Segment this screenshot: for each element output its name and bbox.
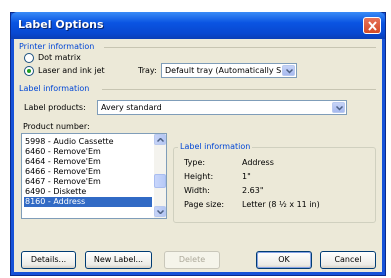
dot-matrix-radio[interactable] (24, 53, 34, 63)
tray-label: Tray: (138, 66, 157, 75)
new-label-button[interactable]: New Label... (85, 251, 152, 269)
scroll-up-button[interactable] (154, 134, 166, 145)
printer-info-divider (104, 47, 376, 48)
label-options-dialog: Label Options Printer information Dot ma… (11, 12, 385, 275)
tray-dropdown-button[interactable] (282, 65, 295, 76)
delete-button[interactable]: Delete (164, 251, 220, 269)
type-label: Type: (184, 158, 206, 167)
list-item[interactable]: 6460 - Remove'Em (24, 147, 152, 157)
ok-button[interactable]: OK (256, 251, 312, 269)
list-item[interactable]: 6466 - Remove'Em (24, 167, 152, 177)
tray-value: Default tray (Automatically Sele (165, 66, 281, 75)
product-number-label: Product number: (23, 122, 90, 131)
product-number-list[interactable]: 5998 - Audio Cassette 6460 - Remove'Em 6… (21, 133, 167, 219)
scroll-thumb[interactable] (154, 174, 166, 188)
close-icon (368, 21, 377, 31)
list-item[interactable]: 6464 - Remove'Em (24, 157, 152, 167)
page-size-label: Page size: (184, 200, 225, 209)
label-info-divider (102, 89, 376, 90)
width-value: 2.63" (242, 186, 264, 195)
scroll-down-button[interactable] (154, 206, 166, 217)
label-products-dropdown-button[interactable] (332, 102, 345, 113)
label-details-frame: Label information Type: Address Height: … (173, 142, 376, 223)
label-products-value: Avery standard (101, 103, 162, 112)
type-value: Address (242, 158, 274, 167)
width-label: Width: (184, 186, 210, 195)
details-button[interactable]: Details... (21, 251, 76, 269)
laser-inkjet-radio[interactable] (24, 66, 34, 76)
cancel-button[interactable]: Cancel (320, 251, 376, 269)
label-info-heading: Label information (19, 84, 90, 93)
laser-inkjet-label[interactable]: Laser and ink jet (38, 66, 105, 75)
dialog-content: Printer information Dot matrix Laser and… (14, 39, 382, 272)
printer-info-heading: Printer information (19, 42, 95, 51)
close-button[interactable] (363, 17, 381, 34)
chevron-down-icon (286, 69, 293, 74)
page-size-value: Letter (8 ½ x 11 in) (242, 200, 320, 209)
chevron-up-icon (157, 138, 164, 142)
label-details-heading: Label information (178, 142, 253, 151)
chevron-down-icon (157, 210, 164, 214)
height-value: 1" (242, 172, 251, 181)
title-bar[interactable]: Label Options (11, 12, 385, 39)
list-item-selected[interactable]: 8160 - Address (24, 197, 152, 207)
list-item[interactable]: 6490 - Diskette (24, 187, 152, 197)
dot-matrix-label[interactable]: Dot matrix (38, 53, 81, 62)
chevron-down-icon (336, 106, 343, 111)
list-item[interactable]: 5998 - Audio Cassette (24, 137, 152, 147)
list-item[interactable]: 6467 - Remove'Em (24, 177, 152, 187)
tray-select[interactable]: Default tray (Automatically Sele (161, 63, 297, 78)
height-label: Height: (184, 172, 214, 181)
label-products-label: Label products: (24, 103, 86, 112)
dialog-title: Label Options (18, 18, 104, 31)
label-products-select[interactable]: Avery standard (97, 100, 347, 115)
list-scrollbar[interactable] (154, 134, 166, 218)
